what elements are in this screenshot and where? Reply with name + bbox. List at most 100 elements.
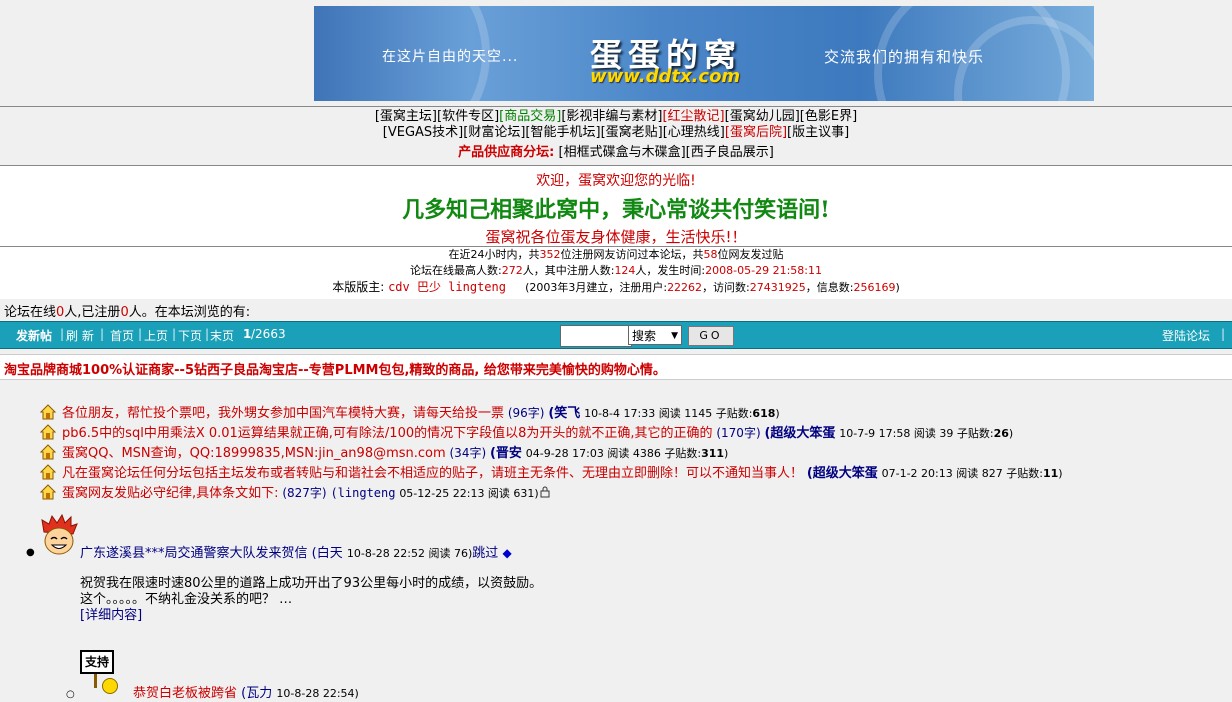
nav-link-essays[interactable]: [红尘散记] — [662, 109, 724, 124]
stats-peak-online: 论坛在线最高人数:272人，其中注册人数:124人，发生时间:2008-05-2… — [0, 263, 1232, 279]
topic-replies: 26 — [993, 427, 1009, 440]
toolbar-separator: | — [60, 327, 65, 341]
avatar — [41, 514, 78, 555]
forum-info: (2003年3月建立，注册用户:22262，访问数:27431925，信息数:2… — [525, 281, 900, 294]
login-link[interactable]: 登陆论坛 — [1162, 327, 1210, 344]
nav-row-1: [蛋窝主坛][软件专区][商品交易][影视非编与素材][红尘散记][蛋窝幼儿园]… — [0, 109, 1232, 125]
nav-link-kindergarten[interactable]: [蛋窝幼儿园] — [725, 109, 800, 124]
topic-title[interactable]: pb6.5中的sql中用乘法X 0.01运算结果就正确,可有除法/100的情况下… — [62, 426, 713, 441]
nav-row-suppliers: 产品供应商分坛: [相框式碟盒与木碟盒][西子良品展示] — [0, 145, 1232, 161]
reply-title[interactable]: 恭贺白老板被跨省 — [133, 686, 237, 701]
nav-link-finance[interactable]: [财富论坛] — [463, 125, 525, 140]
moderator-list[interactable]: cdv 巴少 lingteng — [388, 280, 506, 294]
topic-author[interactable]: (超级大笨蛋 — [807, 466, 878, 481]
banner-area: 在这片自由的天空... 蛋蛋的窝 www.ddtx.com 交流我们的拥有和快乐 — [0, 0, 1232, 107]
nav-link-trade[interactable]: [商品交易] — [499, 109, 561, 124]
prev-page-button[interactable]: 上页 — [144, 327, 168, 344]
pinned-house-icon — [40, 424, 56, 440]
stats-text: 在近24小时内，共 — [448, 248, 540, 261]
stats-peak-time: 2008-05-29 21:58:11 — [705, 264, 822, 277]
next-page-button[interactable]: 下页 — [178, 327, 202, 344]
banner-right-slogan: 交流我们的拥有和快乐 — [824, 48, 985, 66]
welcome-line-2: 几多知己相聚此窝中，秉心常谈共付笑语间! — [402, 197, 830, 223]
stats-text: 论坛在线最高人数: — [410, 264, 502, 277]
refresh-button[interactable]: 刷 新 — [66, 327, 94, 344]
nav-link-cd-box[interactable]: [相框式碟盒与木碟盒] — [559, 145, 686, 160]
pinned-topic: 凡在蛋窝论坛任何分坛包括主坛发布或者转贴与和谐社会不相适应的贴子，请班主无条件、… — [40, 462, 1063, 481]
topic-size: (34字) — [449, 446, 487, 460]
forum-toolbar: 发新帖 | 刷 新 | 首页 | 上页 | 下页 | 末页 1 /2663 搜索… — [0, 321, 1232, 349]
post-meta: 10-8-28 22:52 阅读 76) — [346, 547, 473, 560]
nav-link-backyard[interactable]: [蛋窝后院] — [725, 125, 787, 140]
nav-link-xizi-showcase[interactable]: [西子良品展示] — [686, 145, 774, 160]
online-text: 人,已注册 — [64, 305, 121, 320]
first-page-button[interactable]: 首页 — [110, 327, 134, 344]
search-type-value: 搜索 — [632, 329, 657, 343]
topic-author[interactable]: (晋安 — [490, 446, 522, 461]
last-page-button[interactable]: 末页 — [210, 327, 234, 344]
reply-item: ○ 恭贺白老板被跨省 (瓦力 10-8-28 22:54) — [66, 682, 359, 701]
post-title-line: 广东遂溪县***局交通警察大队发来贺信 (白天 10-8-28 22:52 阅读… — [80, 542, 512, 561]
stats-text: ) — [895, 281, 900, 294]
pinned-house-icon — [40, 464, 56, 480]
pinned-topic: 蛋窝网友发贴必守纪律,具体条文如下: (827字) (lingteng 05-1… — [40, 482, 551, 501]
topic-title[interactable]: 蛋窝QQ、MSN查询，QQ:18999835,MSN:jin_an98@msn.… — [62, 446, 446, 461]
reply-author[interactable]: (瓦力 — [241, 686, 272, 701]
supplier-label: 产品供应商分坛: — [458, 145, 555, 160]
topic-meta-end: ) — [1008, 427, 1014, 440]
nav-link-photo[interactable]: [色影E界] — [800, 109, 857, 124]
site-logo-url: www.ddtx.com — [590, 66, 741, 87]
ad-text[interactable]: 淘宝品牌商城100%认证商家--5钻西子良品淘宝店--专营PLMM包包,精致的商… — [4, 359, 666, 378]
topic-author[interactable]: (超级大笨蛋 — [764, 426, 835, 441]
post-body-line: 这个。。。。。不纳礼金没关系的吧？ … — [80, 592, 293, 607]
diamond-icon: ◆ — [502, 546, 512, 560]
toolbar-separator: | — [1221, 327, 1226, 341]
nav-link-smartphone[interactable]: [智能手机坛] — [525, 125, 600, 140]
stats-peak-registered: 124 — [614, 264, 636, 277]
welcome-line-3: 蛋窝祝各位蛋友身体健康，生活快乐!！ — [485, 228, 747, 246]
stats-text: 位注册网友访问过本论坛，共 — [560, 248, 704, 261]
detail-link[interactable]: [详细内容] — [80, 608, 542, 624]
topic-meta: 05-12-25 22:13 阅读 631) — [399, 487, 539, 500]
topic-meta: 10-7-9 17:58 阅读 39 子贴数: — [839, 427, 994, 440]
nav-link-moderators[interactable]: [版主议事] — [787, 125, 849, 140]
nav-link-video[interactable]: [影视非编与素材] — [561, 109, 662, 124]
topic-title[interactable]: 各位朋友，帮忙投个票吧，我外甥女参加中国汽车模特大赛，请每天给投一票 — [62, 406, 504, 421]
chevron-down-icon: ▼ — [671, 331, 678, 341]
online-registered-count: 0 — [120, 305, 129, 320]
topic-title[interactable]: 凡在蛋窝论坛任何分坛包括主坛发布或者转贴与和谐社会不相适应的贴子，请班主无条件、… — [62, 466, 803, 481]
message-count: 256169 — [853, 281, 896, 294]
stats-text: 人，发生时间: — [635, 264, 706, 277]
stats-text: ，信息数: — [805, 281, 854, 294]
topic-author[interactable]: (lingteng — [330, 486, 395, 500]
nav-link-psychology[interactable]: [心理热线] — [663, 125, 725, 140]
stats-moderators-line: 本版版主: cdv 巴少 lingteng (2003年3月建立，注册用户:22… — [0, 279, 1232, 296]
stats-text: (2003年3月建立，注册用户: — [525, 281, 668, 294]
site-banner[interactable]: 在这片自由的天空... 蛋蛋的窝 www.ddtx.com 交流我们的拥有和快乐 — [314, 6, 1094, 101]
search-type-select[interactable]: 搜索 ▼ — [628, 325, 682, 345]
nav-link-old-posts[interactable]: [蛋窝老贴] — [601, 125, 663, 140]
toolbar-separator: | — [138, 327, 143, 341]
topic-replies: 11 — [1042, 467, 1059, 480]
nav-link-software[interactable]: [软件专区] — [437, 109, 499, 124]
stats-text: 位网友发过贴 — [717, 248, 784, 261]
topic-author[interactable]: (笑飞 — [548, 406, 580, 421]
toolbar-separator: | — [100, 327, 105, 341]
search-input[interactable] — [560, 325, 632, 347]
skip-link[interactable]: 跳过 — [472, 546, 498, 561]
new-post-button[interactable]: 发新帖 — [16, 327, 52, 344]
banner-left-slogan: 在这片自由的天空... — [382, 49, 519, 65]
registered-users: 22262 — [667, 281, 703, 294]
pinned-topic: 各位朋友，帮忙投个票吧，我外甥女参加中国汽车模特大赛，请每天给投一票 (96字)… — [40, 402, 780, 421]
forum-stats: 在近24小时内，共352位注册网友访问过本论坛，共58位网友发过贴 论坛在线最高… — [0, 247, 1232, 299]
topic-title[interactable]: 蛋窝网友发贴必守纪律,具体条文如下: — [62, 486, 279, 501]
go-button[interactable]: GO — [688, 326, 734, 346]
nav-link-main-forum[interactable]: [蛋窝主坛] — [375, 109, 437, 124]
post-author[interactable]: (白天 — [312, 546, 343, 561]
pinned-house-icon — [40, 404, 56, 420]
nav-link-vegas[interactable]: [VEGAS技术] — [383, 125, 463, 140]
online-text: 人。在本坛浏览的有: — [128, 305, 251, 320]
ad-banner: 淘宝品牌商城100%认证商家--5钻西子良品淘宝店--专营PLMM包包,精致的商… — [0, 354, 1232, 380]
post-title[interactable]: 广东遂溪县***局交通警察大队发来贺信 — [80, 546, 308, 561]
online-text: 论坛在线 — [4, 305, 57, 320]
